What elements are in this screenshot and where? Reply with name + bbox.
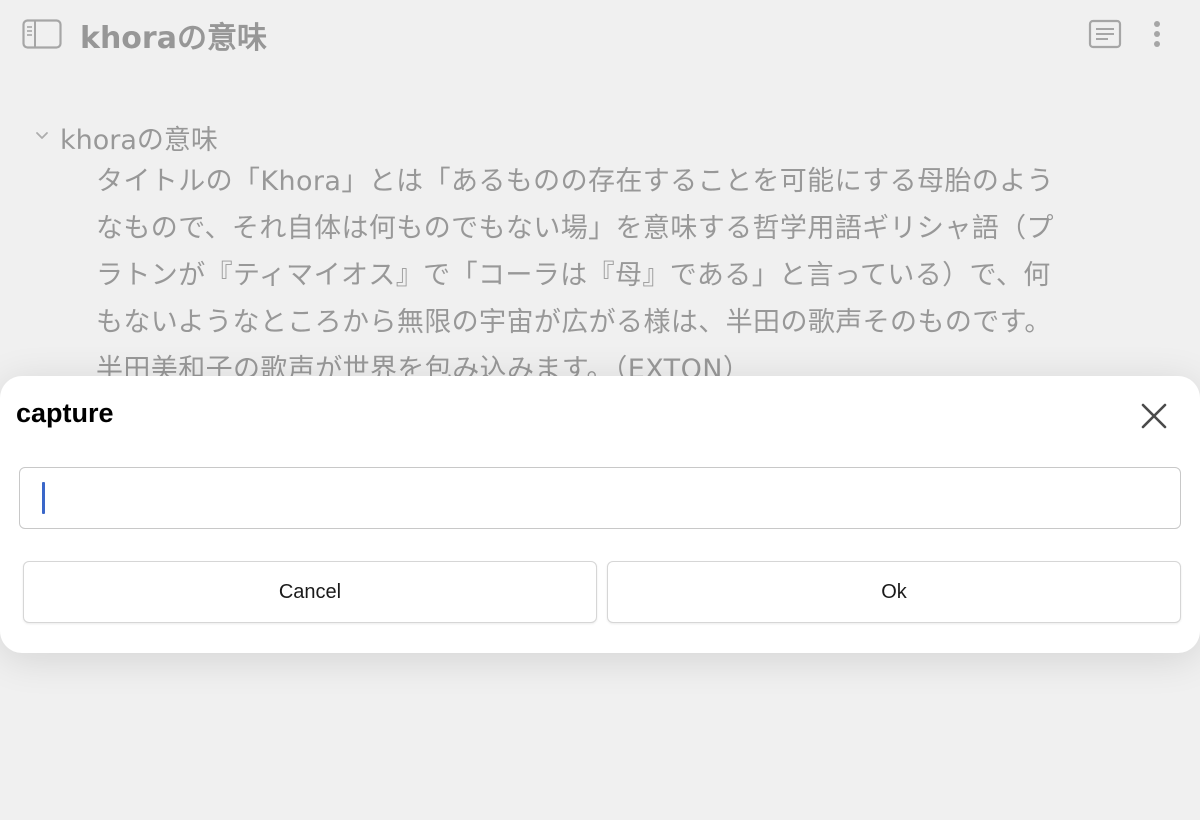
close-icon <box>1141 403 1167 429</box>
more-vertical-icon <box>1154 21 1160 47</box>
note-line: もないようなところから無限の宇宙が広がる様は、半田の歌声そのものです。 <box>96 307 1052 338</box>
text-caret <box>42 482 45 514</box>
note-line: なもので、それ自体は何ものでもない場」を意味する哲学用語ギリシャ語（プ <box>96 213 1054 244</box>
close-button[interactable] <box>1138 400 1170 432</box>
capture-input[interactable] <box>19 467 1181 529</box>
chevron-down-icon <box>36 132 48 139</box>
more-options-button[interactable] <box>1146 18 1168 50</box>
reader-view-icon <box>1088 19 1122 49</box>
bullet-note[interactable]: タイトルの「Khora」とは「あるものの存在することを可能にする母胎のよう なも… <box>96 158 1126 393</box>
capture-dialog: capture Cancel Ok <box>0 376 1200 653</box>
cancel-button[interactable]: Cancel <box>23 561 597 623</box>
sidebar-toggle-icon <box>22 19 62 49</box>
page-title: khoraの意味 <box>80 21 267 56</box>
app-window: khoraの意味 khoraの意味 タイトルの「Khora」とは「あるものの存在… <box>0 0 1200 820</box>
page-header: khoraの意味 <box>0 0 1200 70</box>
ok-button[interactable]: Ok <box>607 561 1181 623</box>
note-line: タイトルの「Khora」とは「あるものの存在することを可能にする母胎のよう <box>96 166 1055 197</box>
outline-bullet: khoraの意味 <box>34 116 1134 156</box>
collapse-toggle[interactable] <box>34 128 50 144</box>
reader-view-button[interactable] <box>1088 19 1122 49</box>
dialog-title: capture <box>16 398 114 428</box>
note-line: ラトンが『ティマイオス』で「コーラは『母』である」と言っている）で、何 <box>96 260 1051 291</box>
sidebar-toggle-button[interactable] <box>22 19 62 49</box>
bullet-title[interactable]: khoraの意味 <box>60 118 218 157</box>
